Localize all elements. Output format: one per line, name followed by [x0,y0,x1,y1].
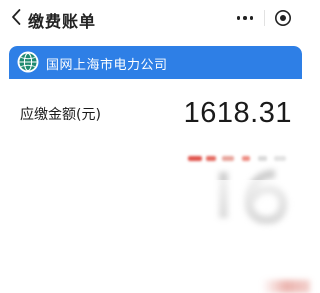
capsule-divider [263,10,265,26]
ellipsis-icon [236,16,240,20]
close-button[interactable] [266,4,300,32]
card-header: 国网上海市电力公司 [9,46,302,79]
page-title: 缴费账单 [28,12,97,31]
redaction-mark [206,156,216,161]
back-button[interactable] [8,6,24,28]
amount-value: 1618.31 [183,97,292,129]
redaction-mark [242,156,250,161]
mini-program-capsule [228,4,300,32]
nav-bar: 缴费账单 [0,0,310,36]
chevron-left-icon [12,9,21,25]
blurred-corner-element [262,280,310,293]
redaction-mark [188,156,202,161]
fade-overlay [0,180,310,240]
redaction-mark [258,156,267,161]
redaction-mark [222,156,234,161]
company-name: 国网上海市电力公司 [46,58,168,73]
redaction-mark [274,156,286,161]
ellipsis-dot [243,16,247,20]
ellipsis-dot [249,16,253,20]
amount-label: 应缴金额(元) [20,107,101,123]
state-grid-globe-icon [17,51,39,73]
redacted-info [188,154,298,162]
target-circle-icon [275,10,292,26]
more-button[interactable] [228,4,262,32]
